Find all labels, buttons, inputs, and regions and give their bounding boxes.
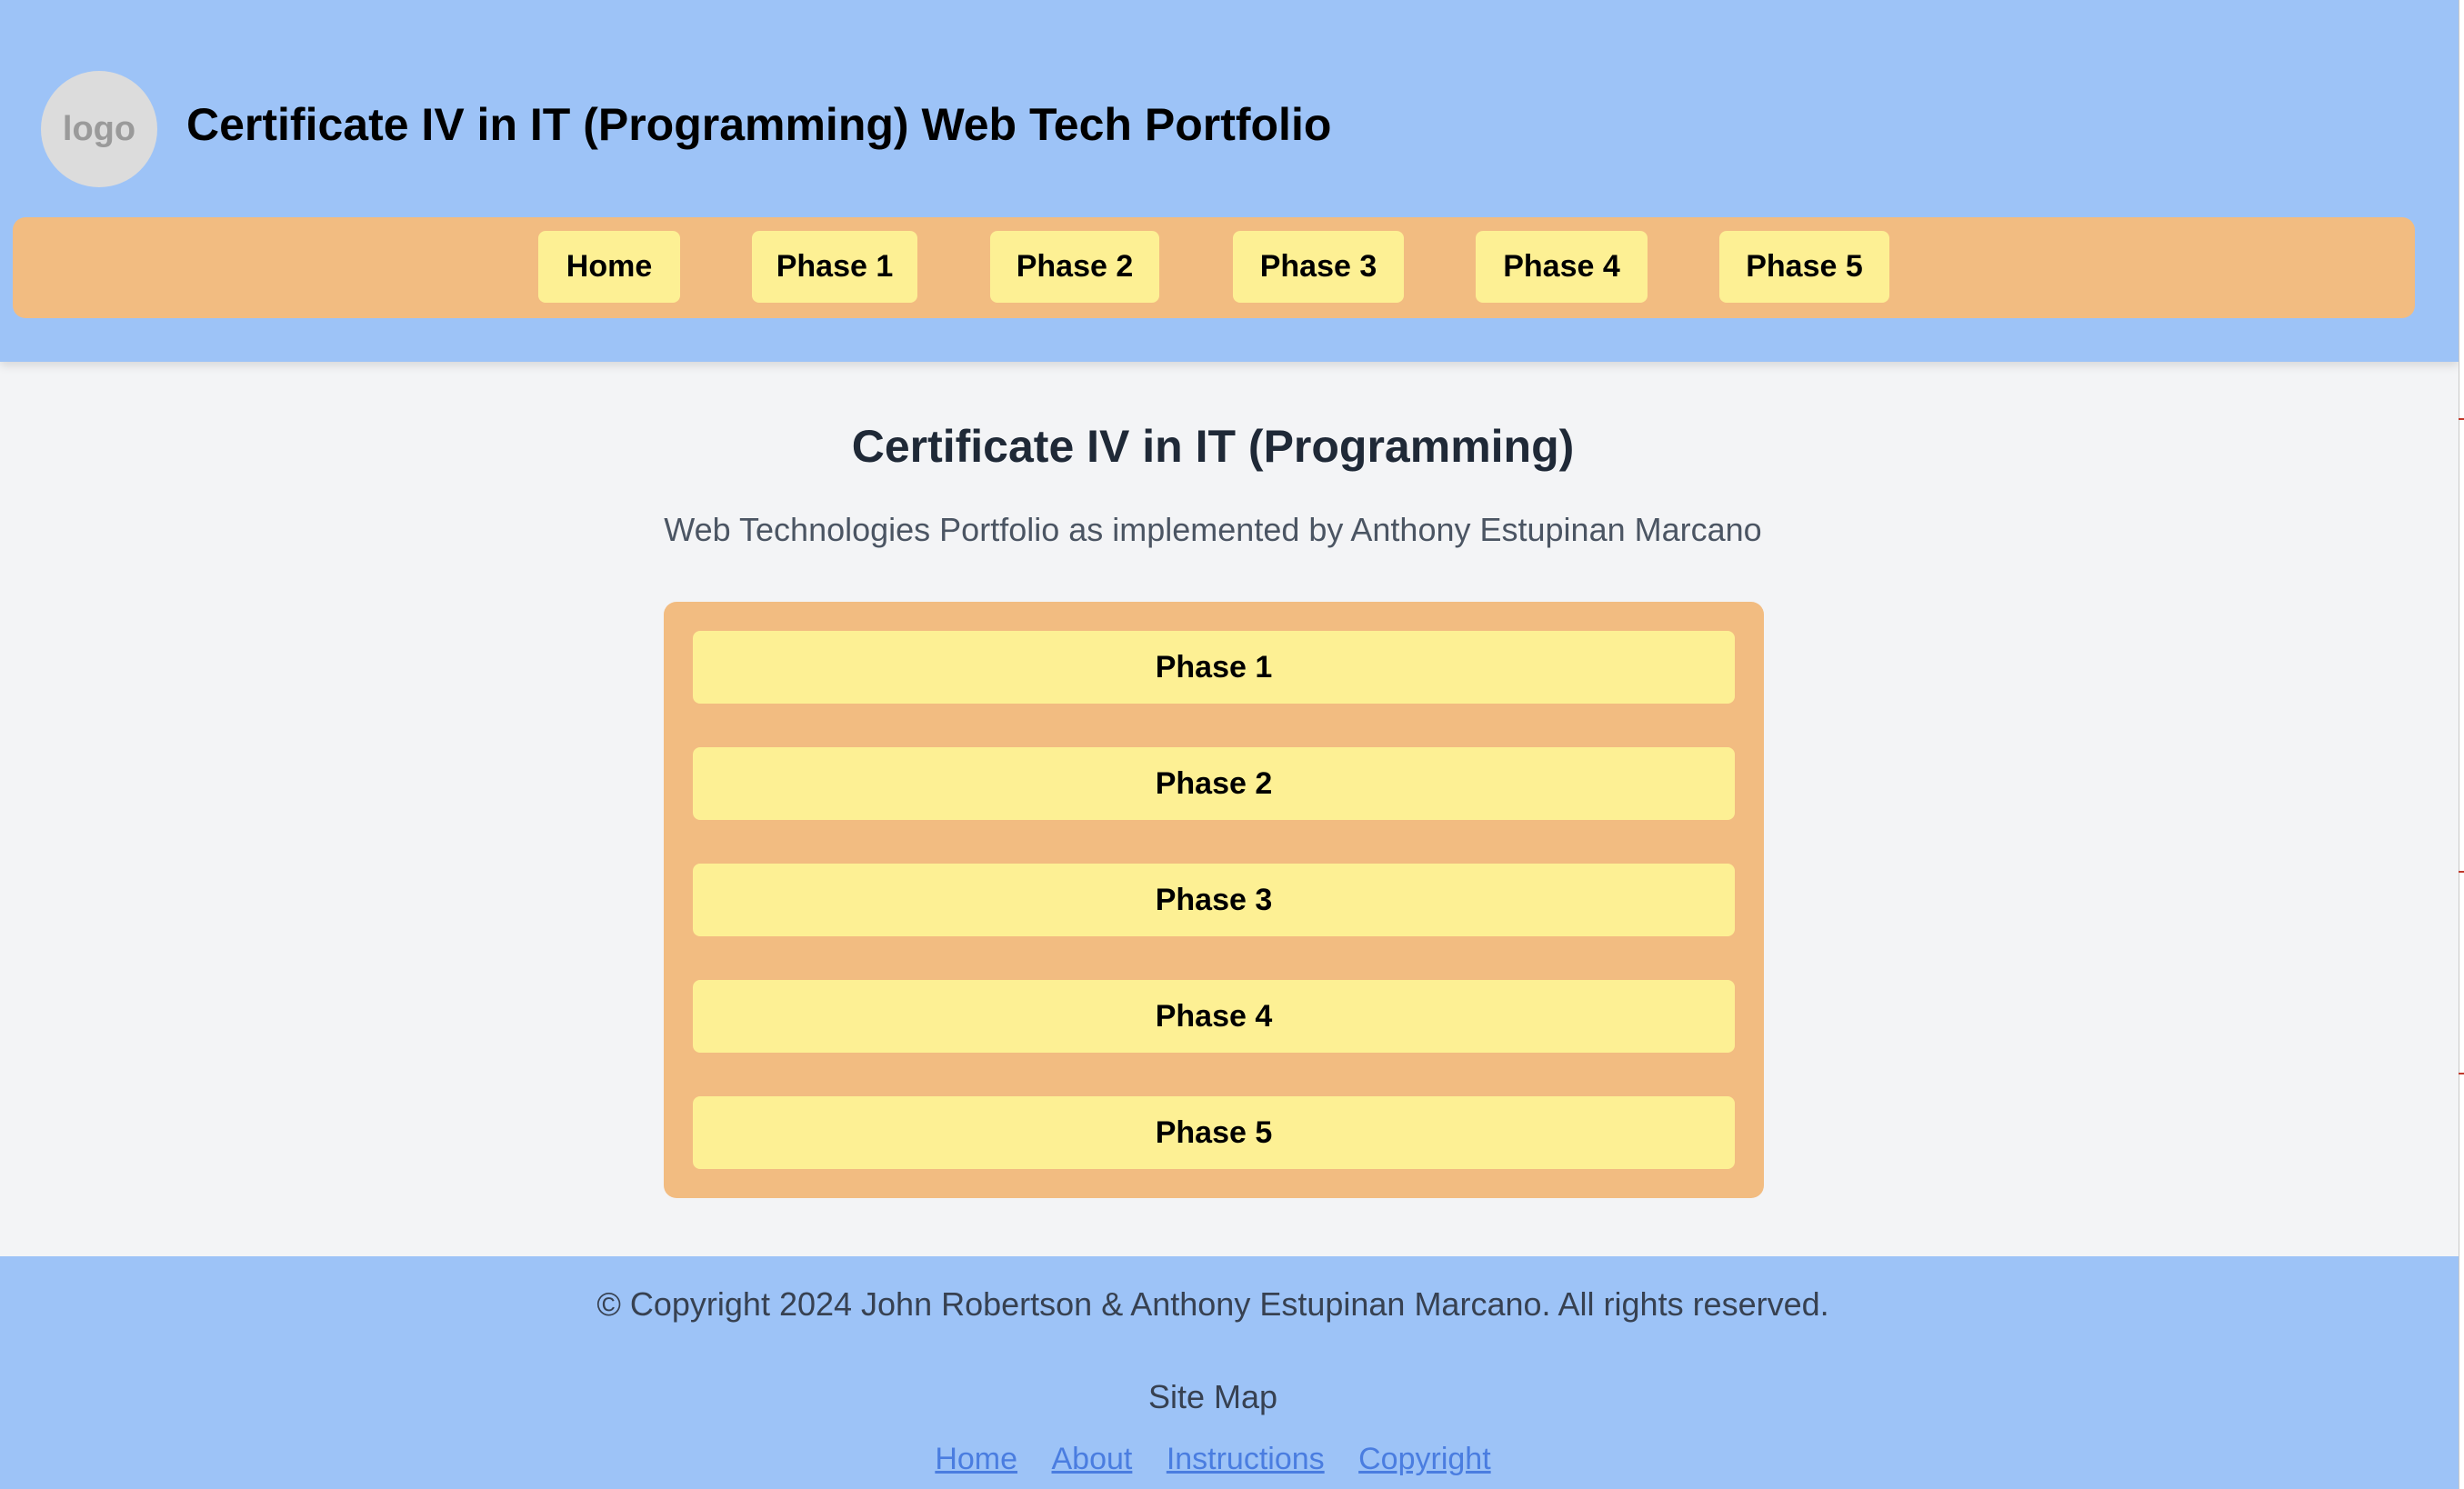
nav-bar: Home Phase 1 Phase 2 Phase 3 Phase 4 Pha…	[13, 217, 2415, 318]
edge-mark	[2459, 418, 2464, 420]
window-edge	[2459, 0, 2464, 1489]
nav-phase-5-button[interactable]: Phase 5	[1719, 231, 1889, 303]
nav-home-button[interactable]: Home	[538, 231, 680, 303]
edge-mark	[2459, 871, 2464, 873]
nav-phase-1-button[interactable]: Phase 1	[752, 231, 917, 303]
logo[interactable]: logo	[41, 71, 157, 187]
page-title: Certificate IV in IT (Programming)	[851, 421, 1575, 472]
sitemap-title: Site Map	[1147, 1378, 1278, 1415]
copyright-text: © Copyright 2024 John Robertson & Anthon…	[596, 1285, 1829, 1323]
nav-phase-2-button[interactable]: Phase 2	[990, 231, 1159, 303]
nav-phase-3-button[interactable]: Phase 3	[1233, 231, 1404, 303]
footer-link-instructions[interactable]: Instructions	[1167, 1442, 1325, 1476]
phase-4-card[interactable]: Phase 4	[693, 980, 1735, 1053]
phase-panel: Phase 1 Phase 2 Phase 3 Phase 4 Phase 5	[664, 602, 1764, 1198]
footer-link-copyright[interactable]: Copyright	[1358, 1442, 1491, 1476]
site-footer: © Copyright 2024 John Robertson & Anthon…	[0, 1256, 2459, 1489]
phase-5-card[interactable]: Phase 5	[693, 1096, 1735, 1169]
page: logo Certificate IV in IT (Programming) …	[0, 0, 2459, 1489]
sitemap-links: Home About Instructions Copyright	[0, 1442, 2426, 1477]
footer-link-home[interactable]: Home	[935, 1442, 1017, 1476]
footer-link-about[interactable]: About	[1052, 1442, 1133, 1476]
page-subtitle: Web Technologies Portfolio as implemente…	[664, 511, 1762, 548]
edge-mark	[2459, 1073, 2464, 1074]
phase-2-card[interactable]: Phase 2	[693, 747, 1735, 820]
phase-1-card[interactable]: Phase 1	[693, 631, 1735, 704]
site-header: logo Certificate IV in IT (Programming) …	[0, 0, 2459, 362]
nav-phase-4-button[interactable]: Phase 4	[1476, 231, 1648, 303]
phase-3-card[interactable]: Phase 3	[693, 864, 1735, 936]
site-title: Certificate IV in IT (Programming) Web T…	[186, 99, 1332, 150]
